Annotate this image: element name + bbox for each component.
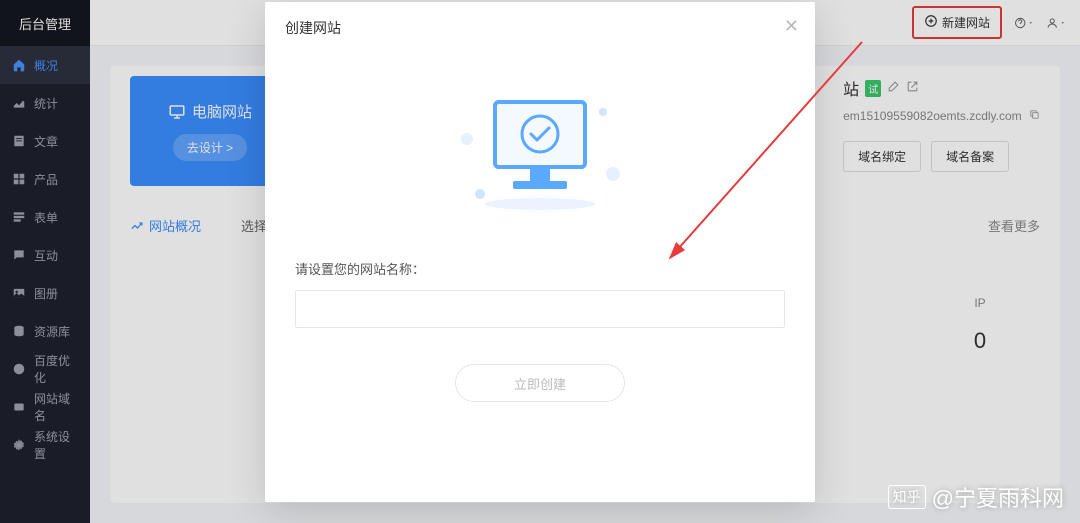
modal-label: 请设置您的网站名称： (295, 259, 785, 278)
watermark-text: @宁夏雨科网 (932, 481, 1064, 513)
create-site-modal: 创建网站 ✕ 请设置您的网站名称： (265, 2, 815, 502)
site-name-input[interactable] (295, 290, 785, 328)
create-now-button[interactable]: 立即创建 (455, 364, 625, 402)
modal-overlay: 创建网站 ✕ 请设置您的网站名称： (0, 0, 1080, 523)
monitor-check-illustration (295, 84, 785, 219)
modal-title: 创建网站 (265, 2, 815, 54)
zhihu-logo: 知乎 (888, 485, 926, 509)
close-icon[interactable]: ✕ (784, 16, 799, 37)
watermark: 知乎 @宁夏雨科网 (888, 481, 1064, 513)
